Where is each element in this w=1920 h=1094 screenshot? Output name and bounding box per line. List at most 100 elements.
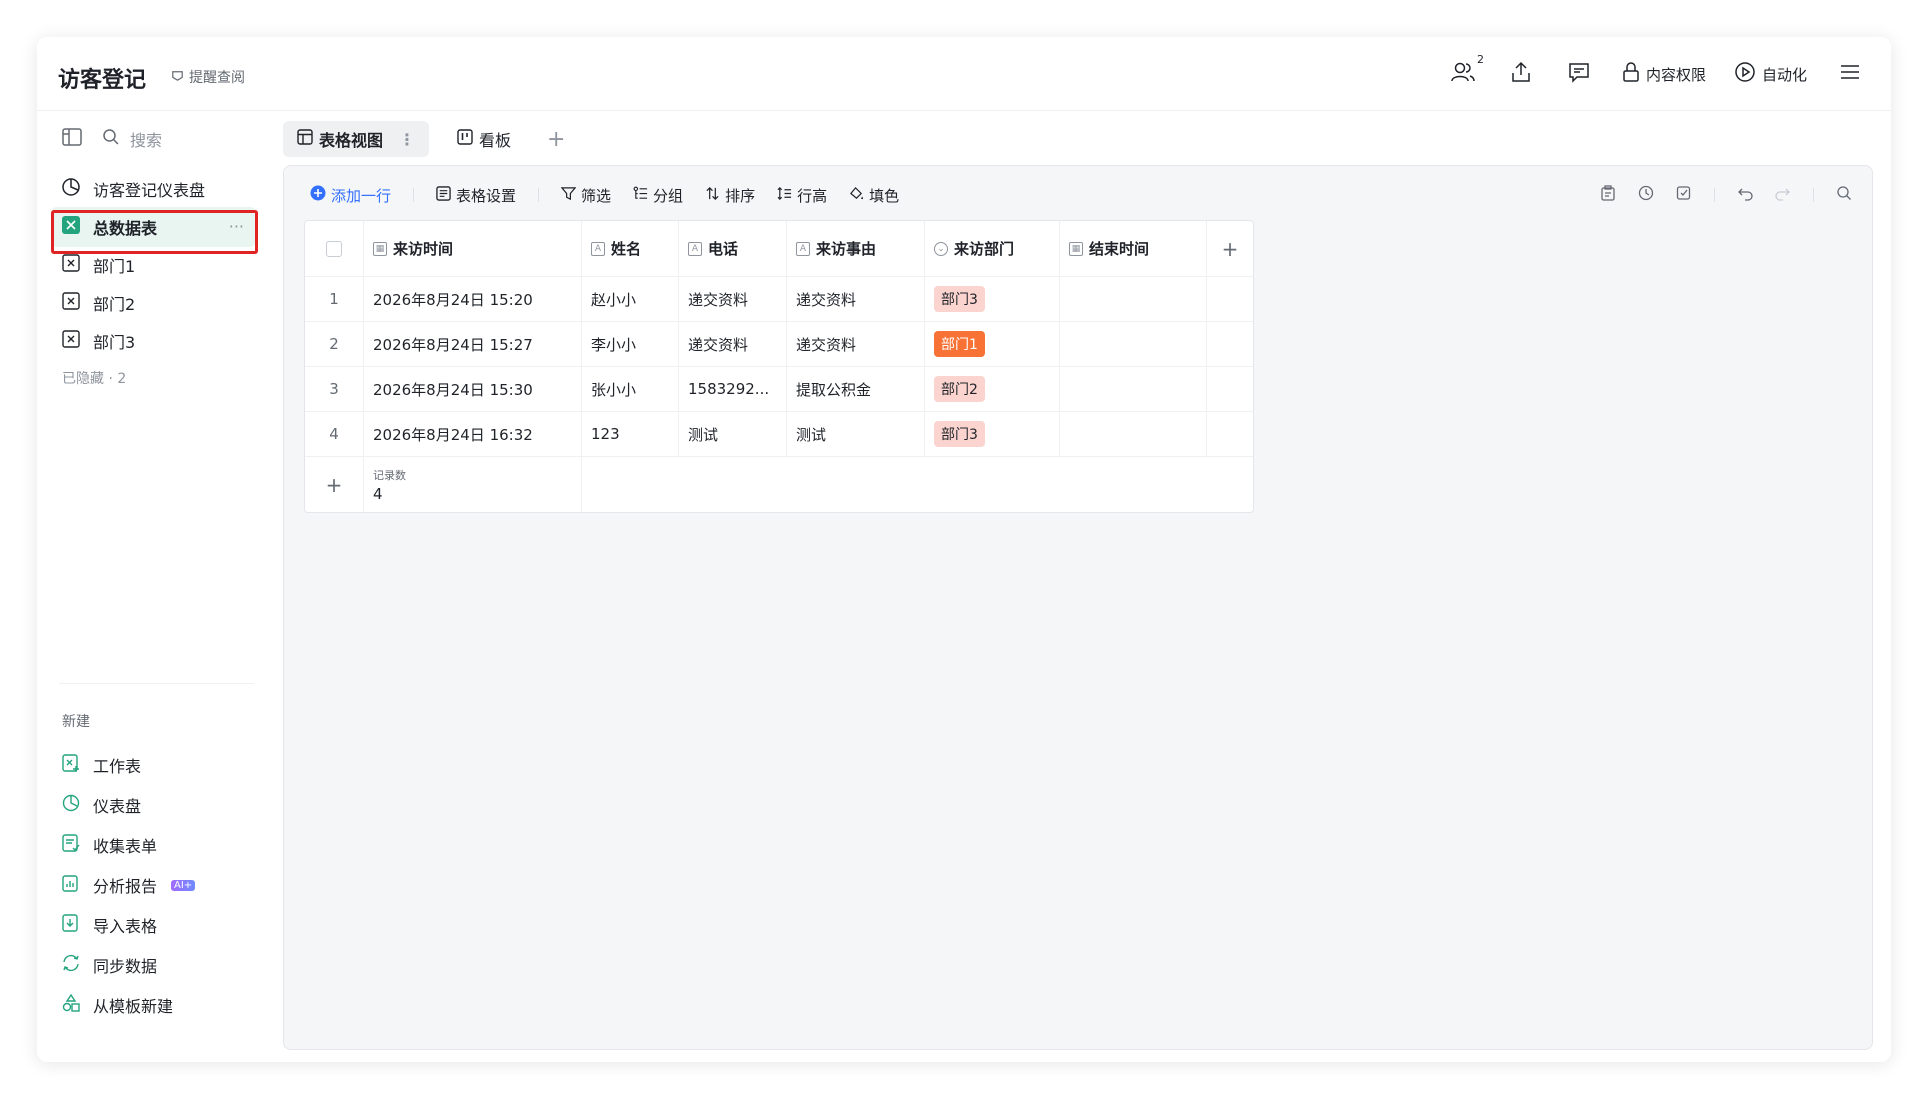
app-title: 访客登记 — [58, 68, 147, 93]
cell-name[interactable]: 赵小小 — [582, 277, 679, 321]
add-view-button[interactable]: + — [539, 127, 573, 152]
tab-label: 表格视图 — [319, 131, 384, 150]
undo-icon[interactable] — [1737, 185, 1753, 205]
cell-end-time[interactable] — [1060, 367, 1207, 411]
cell-end-time[interactable] — [1060, 322, 1207, 366]
new-item-label: 仪表盘 — [93, 797, 142, 816]
cell-visit-time[interactable]: 2026年8月24日 15:30 — [364, 367, 582, 411]
automation-button[interactable]: 自动化 — [1734, 61, 1807, 87]
table-view-panel: 添加一行 表格设置 筛选 分组 排序 行高 填色 ▦ 来访时间 A 姓名 A 电… — [283, 165, 1873, 1050]
comment-button[interactable] — [1564, 59, 1594, 89]
cell-phone[interactable]: 1583292... — [679, 367, 787, 411]
sidebar-search[interactable]: 搜索 — [102, 127, 162, 151]
cell-visit-time[interactable]: 2026年8月24日 15:20 — [364, 277, 582, 321]
vertical-more-icon[interactable]: ⋮ — [399, 130, 415, 149]
redo-icon[interactable] — [1775, 185, 1791, 205]
tab-kanban[interactable]: 看板 — [443, 121, 525, 157]
column-header-reason[interactable]: A 来访事由 — [787, 221, 925, 276]
column-header-phone[interactable]: A 电话 — [679, 221, 787, 276]
edit-check-icon[interactable] — [1676, 185, 1692, 205]
collaborators-button[interactable]: 2 — [1448, 53, 1484, 89]
cell-reason[interactable]: 递交资料 — [787, 322, 925, 366]
automation-icon — [1734, 61, 1756, 87]
new-item-label: 同步数据 — [93, 957, 158, 976]
collaborators-count: 2 — [1476, 53, 1484, 66]
search-placeholder: 搜索 — [130, 131, 163, 150]
add-circle-icon — [310, 185, 326, 205]
cell-phone[interactable]: 递交资料 — [679, 277, 787, 321]
new-report-button[interactable]: 分析报告 AI+ — [51, 865, 256, 905]
table-row[interactable]: 4 2026年8月24日 16:32 123 测试 测试 部门3 — [305, 412, 1253, 457]
cell-phone[interactable]: 测试 — [679, 412, 787, 456]
hidden-items-toggle[interactable]: 已隐藏 · 2 — [62, 368, 126, 388]
cell-reason[interactable]: 提取公积金 — [787, 367, 925, 411]
cell-reason[interactable]: 递交资料 — [787, 277, 925, 321]
permission-button[interactable]: 内容权限 — [1622, 62, 1706, 86]
sidebar-item-dept2[interactable]: 部门2 — [51, 283, 256, 323]
toolbar-divider — [413, 188, 415, 202]
menu-icon — [1840, 64, 1860, 84]
cell-visit-time[interactable]: 2026年8月24日 15:27 — [364, 322, 582, 366]
select-all-cell[interactable] — [305, 221, 364, 276]
table-row[interactable]: 2 2026年8月24日 15:27 李小小 递交资料 递交资料 部门1 — [305, 322, 1253, 367]
group-button[interactable]: 分组 — [633, 185, 683, 206]
sort-button[interactable]: 排序 — [705, 185, 755, 206]
footer-empty — [582, 457, 1253, 512]
table-row[interactable]: 1 2026年8月24日 15:20 赵小小 递交资料 递交资料 部门3 — [305, 277, 1253, 322]
column-header-label: 结束时间 — [1089, 240, 1150, 258]
sync-data-button[interactable]: 同步数据 — [51, 945, 256, 985]
column-header-end-time[interactable]: ▦ 结束时间 — [1060, 221, 1207, 276]
cell-name[interactable]: 张小小 — [582, 367, 679, 411]
cell-end-time[interactable] — [1060, 412, 1207, 456]
date-field-icon: ▦ — [373, 241, 387, 256]
remind-button[interactable]: 提醒查阅 — [170, 67, 245, 87]
cell-end-time[interactable] — [1060, 277, 1207, 321]
cell-department[interactable]: 部门2 — [925, 367, 1060, 411]
column-header-visit-time[interactable]: ▦ 来访时间 — [364, 221, 582, 276]
toolbar-divider — [538, 188, 540, 202]
cell-department[interactable]: 部门1 — [925, 322, 1060, 366]
share-button[interactable] — [1506, 59, 1536, 89]
template-icon — [61, 993, 81, 1017]
text-field-icon: A — [688, 241, 702, 256]
fill-color-button[interactable]: 填色 — [849, 185, 899, 206]
new-dashboard-icon — [61, 793, 81, 817]
clipboard-icon[interactable] — [1600, 185, 1616, 205]
new-sheet-icon — [61, 753, 81, 777]
sheet-icon — [61, 291, 81, 315]
filter-button[interactable]: 筛选 — [560, 185, 611, 206]
cell-department[interactable]: 部门3 — [925, 277, 1060, 321]
add-column-button[interactable]: + — [1207, 221, 1253, 276]
new-sheet-button[interactable]: 工作表 — [51, 745, 256, 785]
cell-department[interactable]: 部门3 — [925, 412, 1060, 456]
column-header-name[interactable]: A 姓名 — [582, 221, 679, 276]
tab-grid-view[interactable]: 表格视图 ⋮ — [283, 121, 430, 157]
import-table-button[interactable]: 导入表格 — [51, 905, 256, 945]
sidebar-toggle-icon[interactable] — [62, 128, 82, 150]
sidebar-item-dept3[interactable]: 部门3 — [51, 321, 256, 361]
select-all-checkbox[interactable] — [326, 240, 342, 257]
row-height-label: 行高 — [797, 186, 828, 205]
add-row-button[interactable]: 添加一行 — [310, 185, 391, 206]
new-dashboard-button[interactable]: 仪表盘 — [51, 785, 256, 825]
cell-visit-time[interactable]: 2026年8月24日 16:32 — [364, 412, 582, 456]
table-row[interactable]: 3 2026年8月24日 15:30 张小小 1583292... 提取公积金 … — [305, 367, 1253, 412]
template-new-button[interactable]: 从模板新建 — [51, 985, 256, 1025]
cell-phone[interactable]: 递交资料 — [679, 322, 787, 366]
new-form-button[interactable]: 收集表单 — [51, 825, 256, 865]
data-grid: ▦ 来访时间 A 姓名 A 电话 A 来访事由 ⌄ 来访部门 ▦ 结束时间 + … — [304, 220, 1254, 513]
menu-button[interactable] — [1835, 59, 1865, 89]
lock-icon — [1622, 62, 1640, 86]
sidebar-divider — [59, 683, 254, 684]
search-icon[interactable] — [1836, 185, 1852, 205]
cell-reason[interactable]: 测试 — [787, 412, 925, 456]
history-icon[interactable] — [1638, 185, 1654, 205]
row-height-button[interactable]: 行高 — [777, 185, 827, 206]
cell-name[interactable]: 李小小 — [582, 322, 679, 366]
column-header-department[interactable]: ⌄ 来访部门 — [925, 221, 1060, 276]
cell-name[interactable]: 123 — [582, 412, 679, 456]
add-record-button[interactable]: + — [305, 457, 364, 512]
table-settings-button[interactable]: 表格设置 — [436, 185, 516, 206]
sidebar-item-dashboard[interactable]: 访客登记仪表盘 — [51, 169, 256, 209]
table-header-row: ▦ 来访时间 A 姓名 A 电话 A 来访事由 ⌄ 来访部门 ▦ 结束时间 + — [305, 221, 1253, 277]
